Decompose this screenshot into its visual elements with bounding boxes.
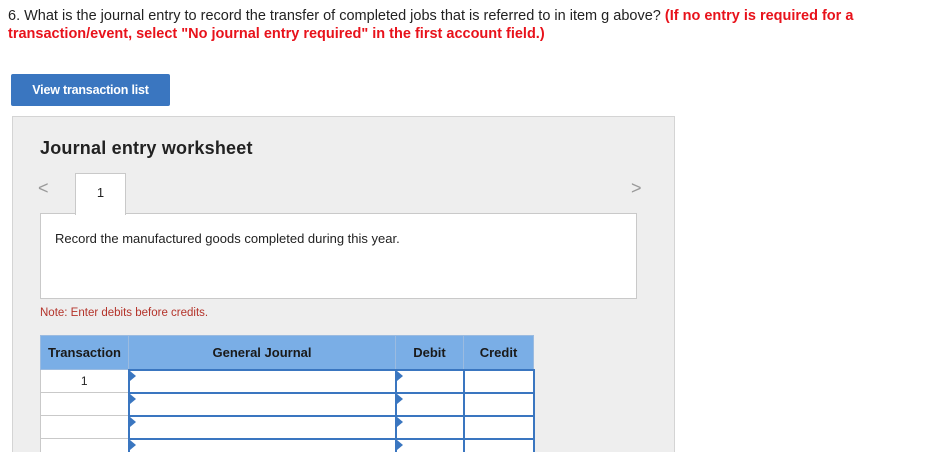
- dropdown-marker-icon: [396, 370, 403, 381]
- credit-input[interactable]: [462, 368, 535, 394]
- debit-input[interactable]: [394, 368, 465, 394]
- view-transaction-list-button[interactable]: View transaction list: [11, 74, 170, 106]
- journal-header-row: Transaction General Journal Debit Credit: [40, 335, 534, 370]
- table-row: [40, 414, 535, 440]
- dropdown-marker-icon: [129, 370, 136, 381]
- credit-input[interactable]: [462, 437, 535, 452]
- worksheet-title: Journal entry worksheet: [40, 138, 253, 158]
- account-select[interactable]: [127, 391, 397, 417]
- debit-input[interactable]: [394, 414, 465, 440]
- credit-input[interactable]: [462, 391, 535, 417]
- transaction-cell: 1: [40, 369, 129, 393]
- dropdown-marker-icon: [129, 439, 136, 450]
- header-credit: Credit: [463, 335, 534, 370]
- dropdown-marker-icon: [396, 393, 403, 404]
- question-prompt: 6. What is the journal entry to record t…: [8, 8, 665, 24]
- dropdown-marker-icon: [129, 416, 136, 427]
- chevron-left-icon[interactable]: <: [38, 178, 49, 199]
- transaction-cell: [40, 415, 129, 439]
- table-row: 1: [40, 368, 535, 394]
- header-transaction: Transaction: [40, 335, 129, 370]
- table-row: [40, 437, 535, 452]
- dropdown-marker-icon: [396, 439, 403, 450]
- chevron-right-icon[interactable]: >: [631, 178, 642, 199]
- note-text: Note: Enter debits before credits.: [40, 307, 209, 319]
- journal-table: Transaction General Journal Debit Credit…: [40, 335, 535, 452]
- debit-input[interactable]: [394, 437, 465, 452]
- transaction-cell: [40, 438, 129, 452]
- instruction-box: Record the manufactured goods completed …: [40, 213, 637, 299]
- dropdown-marker-icon: [129, 393, 136, 404]
- credit-input[interactable]: [462, 414, 535, 440]
- account-select[interactable]: [127, 437, 397, 452]
- header-general-journal: General Journal: [128, 335, 396, 370]
- instruction-text: Record the manufactured goods completed …: [55, 231, 400, 246]
- account-select[interactable]: [127, 368, 397, 394]
- journal-entry-worksheet: Journal entry worksheet < > 1 Record the…: [12, 116, 675, 452]
- debit-input[interactable]: [394, 391, 465, 417]
- transaction-cell: [40, 392, 129, 416]
- question-text: 6. What is the journal entry to record t…: [8, 7, 933, 43]
- account-select[interactable]: [127, 414, 397, 440]
- table-row: [40, 391, 535, 417]
- worksheet-tab-1[interactable]: 1: [75, 173, 126, 215]
- header-debit: Debit: [395, 335, 464, 370]
- dropdown-marker-icon: [396, 416, 403, 427]
